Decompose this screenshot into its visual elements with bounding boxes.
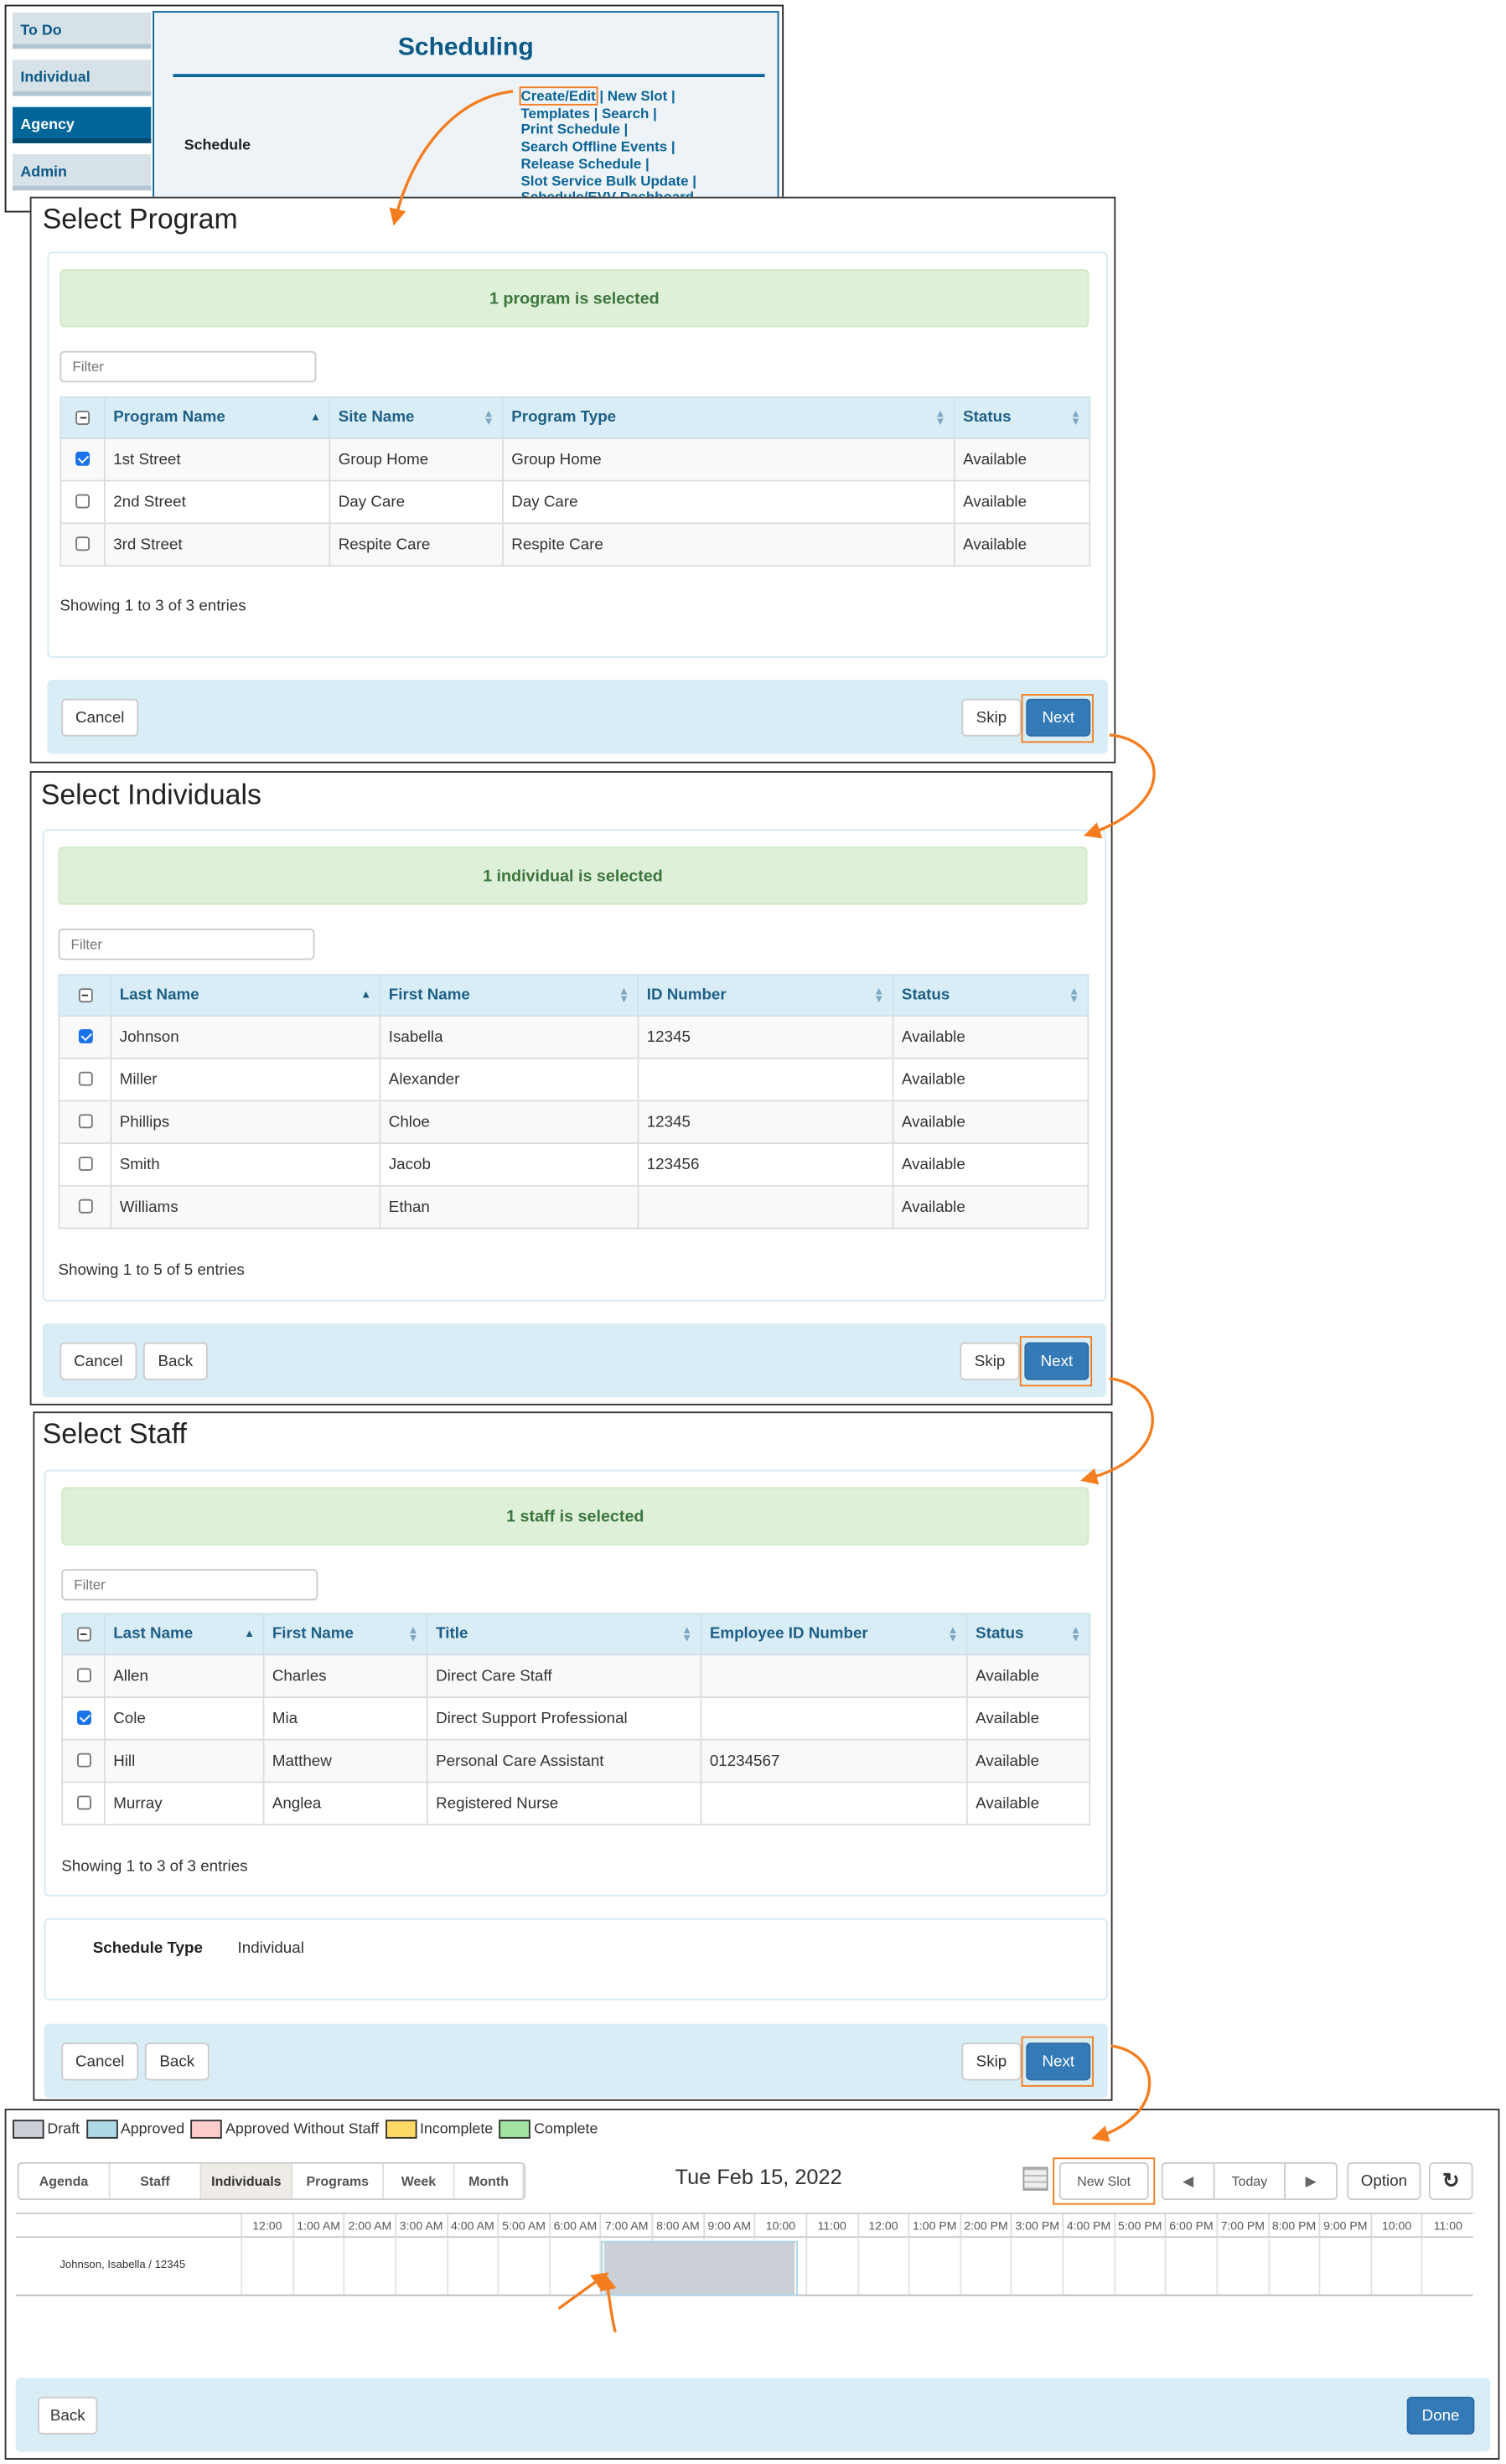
arrow-to-calendar: [1091, 2044, 1151, 2142]
stage: To Do Individual Agency Admin Scheduling…: [0, 0, 1506, 2464]
annotation-arrows: [389, 90, 1156, 2333]
arrow-to-new-slot: [599, 2273, 617, 2333]
arrow-to-select-staff: [1080, 1377, 1154, 1485]
arrow-to-select-program: [389, 90, 514, 226]
arrow-to-select-individuals: [1083, 733, 1156, 839]
arrow-to-event-slot: [557, 2272, 609, 2310]
